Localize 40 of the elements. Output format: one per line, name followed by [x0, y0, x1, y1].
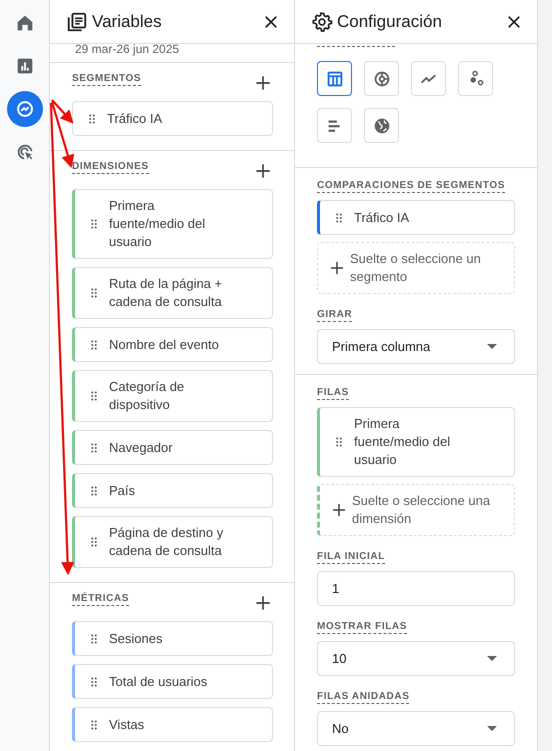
dimension-chip[interactable]: Página de destino y cadena de consulta	[72, 516, 273, 568]
start-row-field[interactable]: 1	[317, 571, 515, 606]
field-label: MOSTRAR FILAS	[317, 621, 408, 634]
date-range: 29 mar-26 jun 2025	[75, 42, 180, 56]
caret-icon	[487, 344, 497, 349]
add-icon	[330, 501, 348, 519]
drop-zone[interactable]: Suelte o seleccione un segmento	[317, 242, 515, 294]
panel-title: Variables	[92, 12, 163, 32]
dimension-chip[interactable]: Nombre del evento	[72, 327, 273, 362]
rows-select[interactable]: 10	[317, 641, 515, 676]
dimension-chip[interactable]: País	[72, 473, 273, 508]
report-list-icon	[66, 10, 88, 32]
pivot-select[interactable]: Primera columna	[317, 329, 515, 364]
dimension-chip[interactable]: Ruta de la página + cadena de consulta	[72, 267, 273, 319]
segment-chip[interactable]: Tráfico IA	[317, 200, 515, 235]
drop-zone[interactable]: Suelte o seleccione una dimensión	[317, 484, 515, 536]
metric-chip[interactable]: Sesiones	[72, 621, 273, 656]
settings-icon	[311, 10, 333, 32]
field-label: COMPARACIONES DE SEGMENTOS	[317, 180, 506, 193]
section-heading: SEGMENTOS	[72, 73, 142, 86]
section-heading: MÉTRICAS	[72, 593, 130, 606]
caret-icon	[487, 726, 497, 731]
dimension-chip[interactable]: Primera fuente/medio del usuario	[72, 189, 273, 259]
section-heading: DIMENSIONES	[72, 161, 149, 174]
nav-explore-button[interactable]	[6, 91, 42, 127]
panel-title: Configuración	[337, 12, 443, 32]
field-label: FILAS	[317, 387, 349, 400]
dimension-chip[interactable]: Primera fuente/medio del usuario	[317, 407, 515, 477]
chart-type-button[interactable]	[317, 61, 352, 96]
segment-chip[interactable]: Tráfico IA	[72, 101, 273, 136]
dimension-chip[interactable]: Navegador	[72, 430, 273, 465]
field-label: FILA INICIAL	[317, 551, 385, 564]
dimension-chip[interactable]: Categoría de dispositivo	[72, 370, 273, 422]
metric-chip[interactable]: Total de usuarios	[72, 664, 273, 699]
field-label: FILAS ANIDADAS	[317, 691, 410, 704]
field-label: GIRAR	[317, 309, 352, 322]
add-icon	[328, 259, 346, 277]
caret-icon	[487, 656, 497, 661]
metric-chip[interactable]: Vistas	[72, 707, 273, 742]
nested-rows-select[interactable]: No	[317, 711, 515, 746]
